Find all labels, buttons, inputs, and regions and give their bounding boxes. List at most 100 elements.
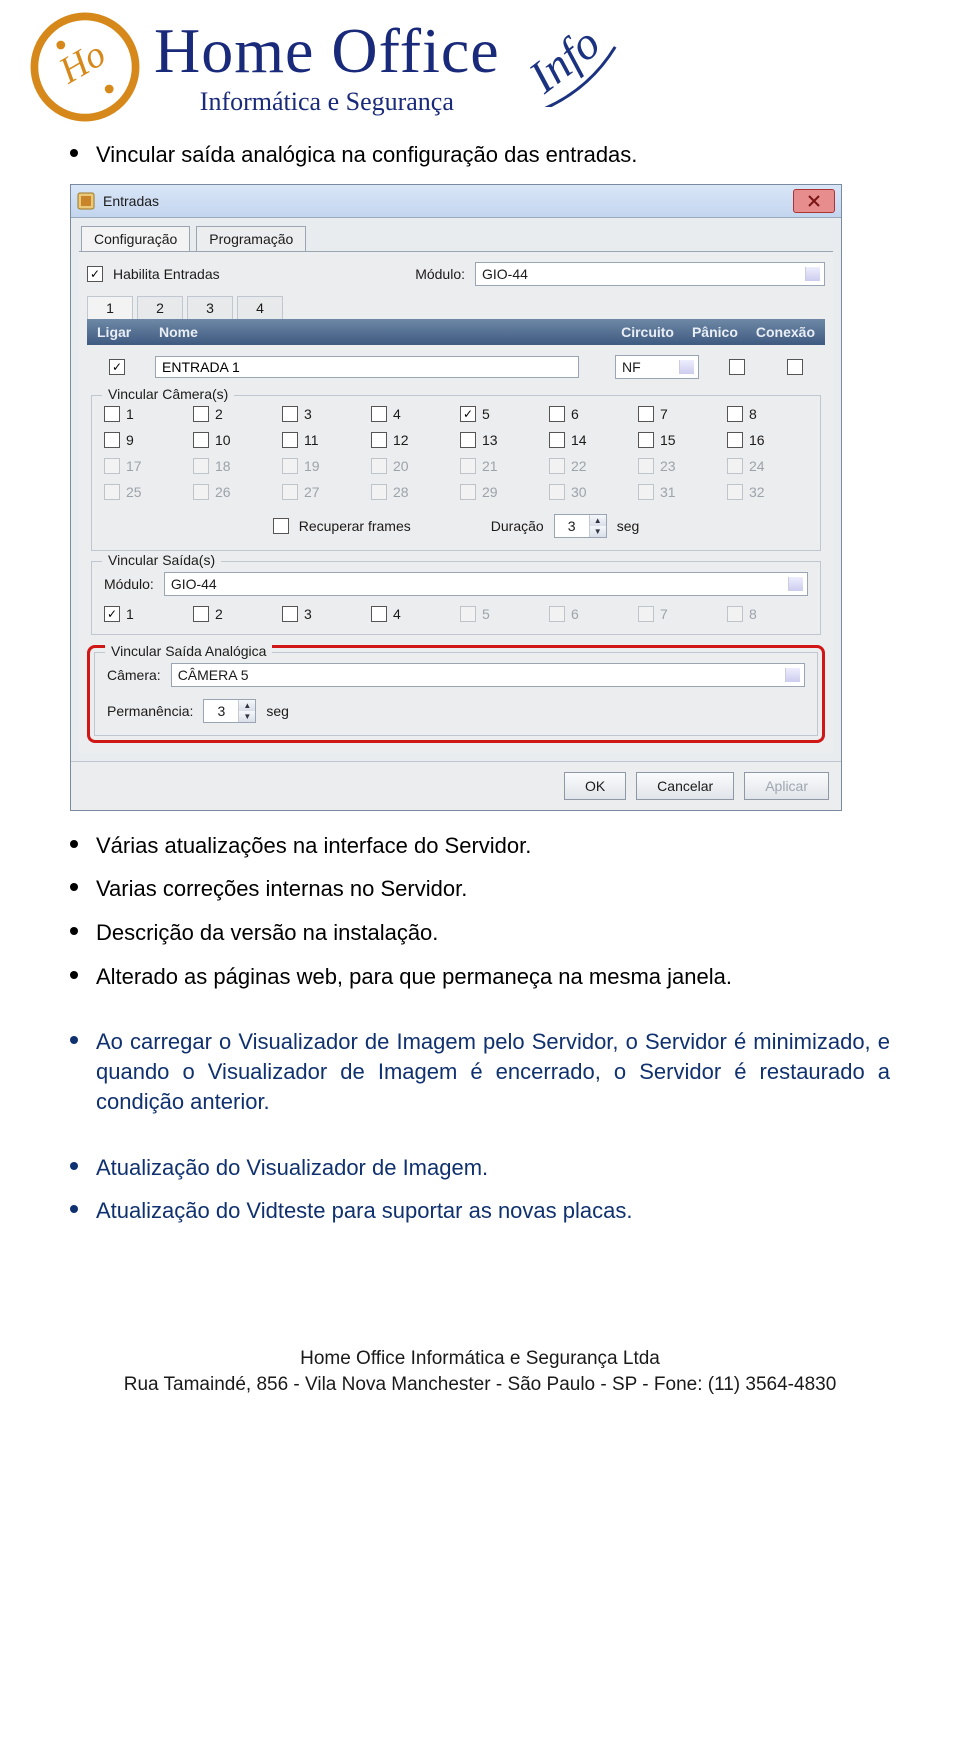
cam-24: 24 <box>727 458 808 474</box>
bullet-item: Varias correções internas no Servidor. <box>70 874 890 904</box>
vincular-saidas-fieldset: Vincular Saída(s) Módulo: GIO-44 1 2 3 4… <box>91 561 821 635</box>
cam-12: 12 <box>371 432 452 448</box>
circuito-select[interactable]: NF <box>615 355 699 379</box>
modulo-select[interactable]: GIO-44 <box>475 262 825 286</box>
cancel-button[interactable]: Cancelar <box>636 772 734 800</box>
conexao-checkbox[interactable] <box>787 359 803 375</box>
ligar-checkbox[interactable] <box>109 359 125 375</box>
cam-28: 28 <box>371 484 452 500</box>
cam-30: 30 <box>549 484 630 500</box>
bullet-dot-icon <box>70 971 78 979</box>
saida-6: 6 <box>549 606 630 622</box>
cam-29: 29 <box>460 484 541 500</box>
permanencia-seg-label: seg <box>266 703 289 719</box>
habilita-entradas-label: Habilita Entradas <box>113 266 220 282</box>
footer-line-1: Home Office Informática e Segurança Ltda <box>70 1346 890 1373</box>
brand-sub-text: Informática e Segurança <box>154 89 500 115</box>
cam-22: 22 <box>549 458 630 474</box>
cam-13: 13 <box>460 432 541 448</box>
col-conexao: Conexão <box>756 324 815 340</box>
bullet-dot-icon <box>70 1036 78 1044</box>
duracao-spinner[interactable]: 3 ▲▼ <box>554 514 607 538</box>
cam-6: 6 <box>549 406 630 422</box>
entry-tabs: 1 2 3 4 <box>87 296 825 319</box>
cam-5: 5 <box>460 406 541 422</box>
col-nome: Nome <box>159 324 607 340</box>
cam-31: 31 <box>638 484 719 500</box>
highlight-box: Vincular Saída Analógica Câmera: CÂMERA … <box>87 645 825 743</box>
habilita-entradas-checkbox[interactable] <box>87 266 103 282</box>
brand-text: Home Office Informática e Segurança <box>154 19 500 115</box>
panico-checkbox[interactable] <box>729 359 745 375</box>
col-circuito: Circuito <box>621 324 674 340</box>
saida-1: 1 <box>104 606 185 622</box>
bullet-text: Varias correções internas no Servidor. <box>96 874 890 904</box>
camera-grid: 1 2 3 4 5 6 7 8 9 10 11 12 13 14 <box>104 406 808 500</box>
duracao-seg-label: seg <box>617 518 640 534</box>
entry-tab-2[interactable]: 2 <box>137 296 183 319</box>
bullet-item: Alterado as páginas web, para que perman… <box>70 962 890 992</box>
cam-14: 14 <box>549 432 630 448</box>
saida-2: 2 <box>193 606 274 622</box>
saida-modulo-select[interactable]: GIO-44 <box>164 572 808 596</box>
bullet-dot-icon <box>70 1162 78 1170</box>
permanencia-spinner[interactable]: 3 ▲▼ <box>203 699 256 723</box>
cam-11: 11 <box>282 432 363 448</box>
cam-1: 1 <box>104 406 185 422</box>
cam-15: 15 <box>638 432 719 448</box>
window-title: Entradas <box>103 193 159 209</box>
cam-10: 10 <box>193 432 274 448</box>
vincular-cameras-fieldset: Vincular Câmera(s) 1 2 3 4 5 6 7 8 9 10 … <box>91 395 821 551</box>
vincular-saida-analogica-fieldset: Vincular Saída Analógica Câmera: CÂMERA … <box>94 652 818 736</box>
entry-tab-1[interactable]: 1 <box>87 296 133 319</box>
ok-button[interactable]: OK <box>564 772 626 800</box>
apply-button: Aplicar <box>744 772 829 800</box>
col-panico: Pânico <box>692 324 738 340</box>
cam-18: 18 <box>193 458 274 474</box>
bullet-dot-icon <box>70 149 78 157</box>
bullet-text: Várias atualizações na interface do Serv… <box>96 831 890 861</box>
tab-body: Habilita Entradas Módulo: GIO-44 1 2 3 4… <box>79 251 833 753</box>
vincular-cameras-legend: Vincular Câmera(s) <box>102 386 234 402</box>
tab-programacao[interactable]: Programação <box>196 226 306 251</box>
recuperar-frames-checkbox[interactable] <box>273 518 289 534</box>
document-page: Ho Home Office Informática e Segurança I… <box>0 0 960 1429</box>
bullet-item: Vincular saída analógica na configuração… <box>70 140 890 170</box>
bullet-dot-icon <box>70 883 78 891</box>
tab-configuracao[interactable]: Configuração <box>81 226 190 251</box>
content-area: Vincular saída analógica na configuração… <box>30 140 930 1399</box>
entry-name-input[interactable] <box>155 356 579 378</box>
cam-17: 17 <box>104 458 185 474</box>
cam-23: 23 <box>638 458 719 474</box>
entry-tab-3[interactable]: 3 <box>187 296 233 319</box>
cam-4: 4 <box>371 406 452 422</box>
entry-row: NF <box>87 345 825 389</box>
bullet-item: Atualização do Vidteste para suportar as… <box>70 1196 890 1226</box>
close-button[interactable] <box>793 189 835 213</box>
page-footer: Home Office Informática e Segurança Ltda… <box>70 1346 890 1399</box>
bullet-text: Atualização do Visualizador de Imagem. <box>96 1153 890 1183</box>
columns-header: Ligar Nome Circuito Pânico Conexão <box>87 319 825 345</box>
cam-8: 8 <box>727 406 808 422</box>
saida-8: 8 <box>727 606 808 622</box>
entry-tab-4[interactable]: 4 <box>237 296 283 319</box>
window-app-icon <box>77 192 95 210</box>
bullet-text: Vincular saída analógica na configuração… <box>96 140 890 170</box>
svg-text:Info: Info <box>518 27 609 103</box>
saida-grid: 1 2 3 4 5 6 7 8 <box>104 606 808 622</box>
dialog-button-row: OK Cancelar Aplicar <box>71 761 841 810</box>
bullet-text: Alterado as páginas web, para que perman… <box>96 962 890 992</box>
bullet-dot-icon <box>70 840 78 848</box>
cam-27: 27 <box>282 484 363 500</box>
brand-main-text: Home Office <box>154 19 500 83</box>
bullet-text: Atualização do Vidteste para suportar as… <box>96 1196 890 1226</box>
bullet-item: Várias atualizações na interface do Serv… <box>70 831 890 861</box>
vincular-saidas-legend: Vincular Saída(s) <box>102 552 221 568</box>
recuperar-frames-label: Recuperar frames <box>299 518 411 534</box>
saida-modulo-label: Módulo: <box>104 576 154 592</box>
close-icon <box>807 194 821 208</box>
cam-7: 7 <box>638 406 719 422</box>
saida-4: 4 <box>371 606 452 622</box>
modulo-label: Módulo: <box>415 266 465 282</box>
analog-camera-select[interactable]: CÂMERA 5 <box>171 663 805 687</box>
